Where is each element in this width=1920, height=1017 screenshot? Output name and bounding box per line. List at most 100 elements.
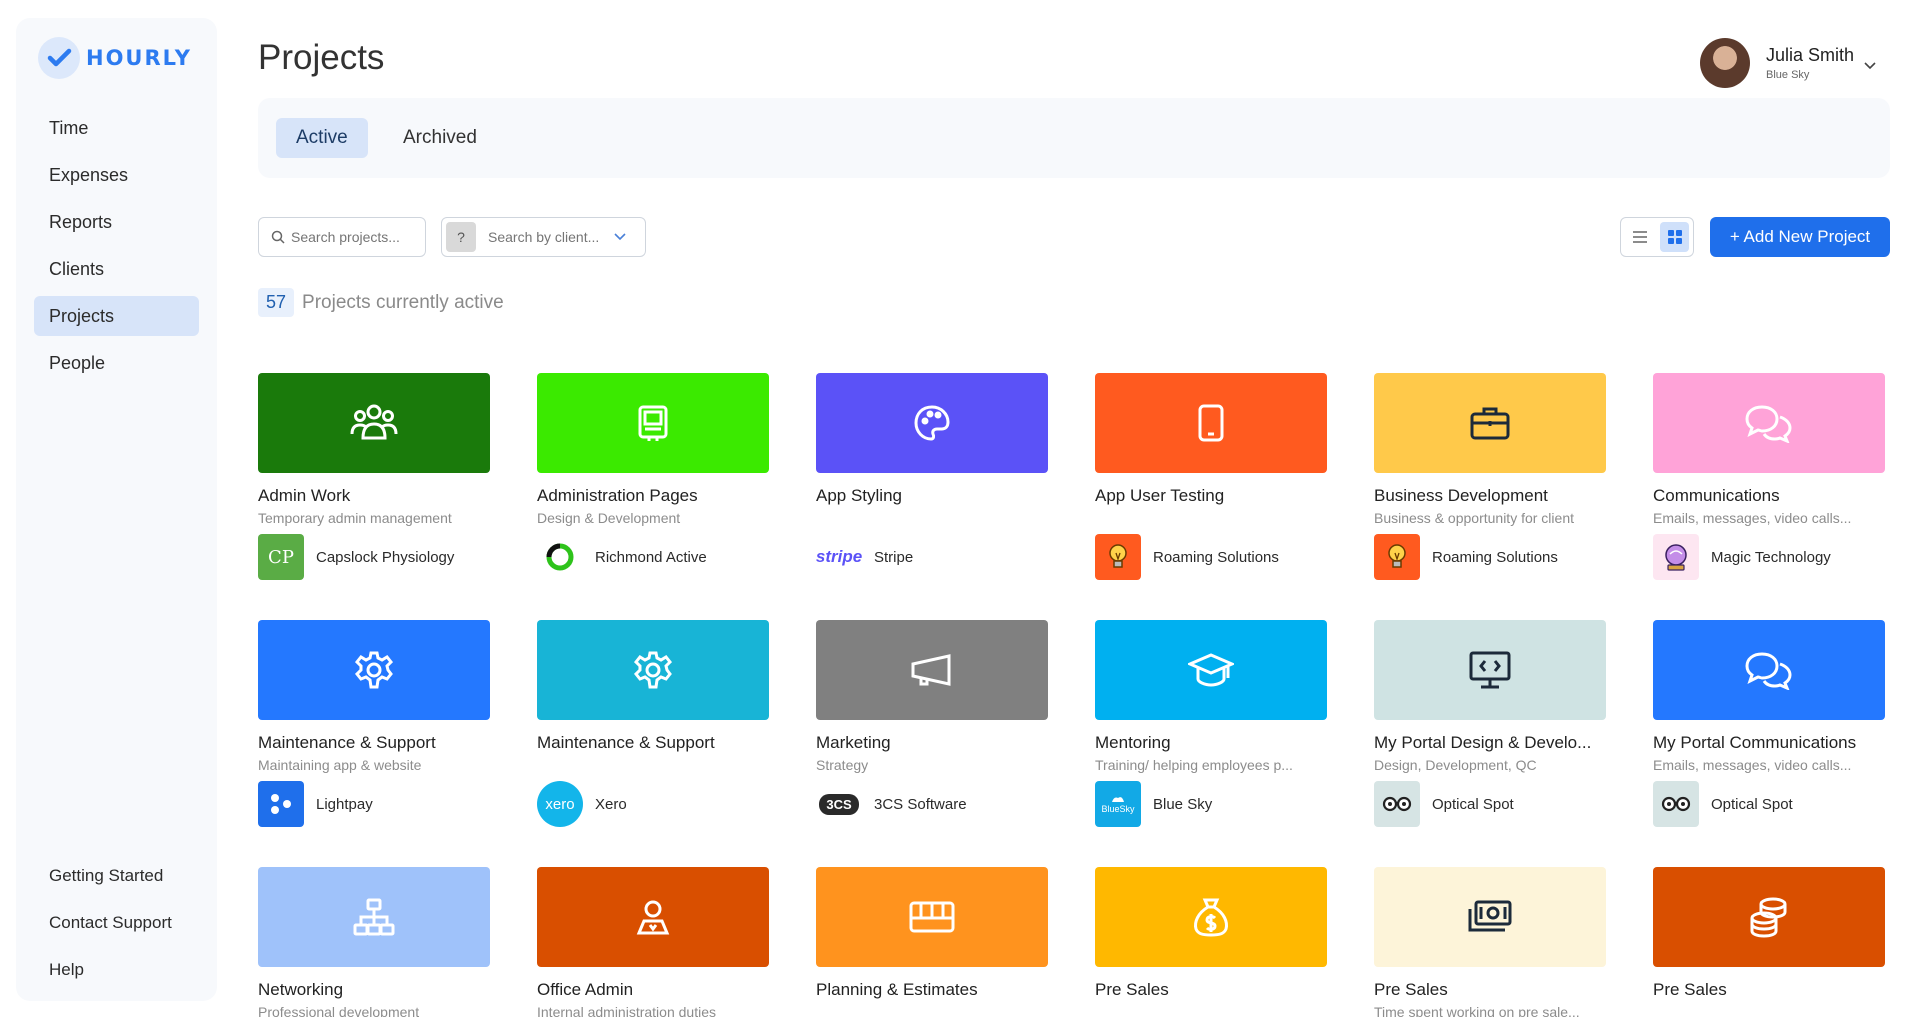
gear-icon — [354, 650, 394, 690]
client-name: Richmond Active — [595, 548, 707, 566]
keyboard-icon — [908, 900, 956, 934]
crystal-ball-icon — [1653, 534, 1699, 580]
project-client: BlueSky Blue Sky — [1095, 781, 1327, 827]
project-thumbnail[interactable] — [537, 867, 769, 967]
chat-icon — [1744, 650, 1794, 690]
project-card[interactable]: Mentoring Training/ helping employees p.… — [1095, 620, 1327, 827]
project-thumbnail[interactable] — [1653, 867, 1885, 967]
monitor-icon — [633, 403, 673, 443]
sidebar-item-getting-started[interactable]: Getting Started — [34, 856, 199, 896]
project-card[interactable]: App Styling stripe Stripe — [816, 373, 1048, 580]
blue-sky-logo: BlueSky — [1095, 781, 1141, 827]
project-title[interactable]: Maintenance & Support — [537, 733, 769, 753]
project-thumbnail[interactable] — [816, 620, 1048, 720]
coins-icon — [1749, 896, 1789, 938]
glasses-icon — [1374, 781, 1420, 827]
project-card[interactable]: My Portal Design & Develo... Design, Dev… — [1374, 620, 1606, 827]
project-thumbnail[interactable] — [1095, 620, 1327, 720]
sidebar-item-reports[interactable]: Reports — [34, 202, 199, 242]
project-title[interactable]: App Styling — [816, 486, 1048, 506]
project-subtitle: Professional development — [258, 1004, 420, 1017]
client-filter[interactable]: ? — [441, 217, 646, 257]
project-card[interactable]: Networking Professional development — [258, 867, 490, 1017]
project-title[interactable]: Networking — [258, 980, 490, 1000]
project-thumbnail[interactable] — [537, 620, 769, 720]
project-title[interactable]: Office Admin — [537, 980, 769, 1000]
project-subtitle: Design, Development, QC — [1374, 757, 1537, 773]
project-card[interactable]: Pre Sales — [1095, 867, 1327, 1017]
grid-view-button[interactable] — [1660, 222, 1689, 252]
project-title[interactable]: Pre Sales — [1374, 980, 1606, 1000]
project-card[interactable]: Planning & Estimates — [816, 867, 1048, 1017]
project-card[interactable]: Communications Emails, messages, video c… — [1653, 373, 1885, 580]
project-count: 57 Projects currently active — [258, 288, 504, 317]
project-thumbnail[interactable] — [1653, 373, 1885, 473]
add-new-project-button[interactable]: + Add New Project — [1710, 217, 1890, 257]
project-thumbnail[interactable] — [816, 373, 1048, 473]
sidebar-item-help[interactable]: Help — [34, 950, 199, 990]
project-card[interactable]: My Portal Communications Emails, message… — [1653, 620, 1885, 827]
network-icon — [352, 897, 396, 937]
project-title[interactable]: Marketing — [816, 733, 1048, 753]
project-title[interactable]: Mentoring — [1095, 733, 1327, 753]
project-thumbnail[interactable] — [1653, 620, 1885, 720]
project-thumbnail[interactable] — [258, 620, 490, 720]
project-title[interactable]: Planning & Estimates — [816, 980, 1048, 1000]
project-thumbnail[interactable] — [258, 867, 490, 967]
user-menu[interactable]: Julia Smith Blue Sky — [1700, 38, 1876, 88]
project-title[interactable]: Maintenance & Support — [258, 733, 490, 753]
sidebar-item-projects[interactable]: Projects — [34, 296, 199, 336]
project-card[interactable]: Pre Sales — [1653, 867, 1885, 1017]
xero-logo: xero — [537, 781, 583, 827]
project-card[interactable]: Business Development Business & opportun… — [1374, 373, 1606, 580]
project-thumbnail[interactable] — [1374, 867, 1606, 967]
project-subtitle — [537, 757, 769, 774]
project-title[interactable]: Administration Pages — [537, 486, 769, 506]
sidebar-item-time[interactable]: Time — [34, 108, 199, 148]
sidebar-item-people[interactable]: People — [34, 343, 199, 383]
tab-archived[interactable]: Archived — [383, 118, 497, 158]
project-card[interactable]: Pre Sales Time spent working on pre sale… — [1374, 867, 1606, 1017]
list-view-button[interactable] — [1625, 222, 1654, 252]
project-thumbnail[interactable] — [816, 867, 1048, 967]
client-name: Stripe — [874, 548, 914, 566]
search-input[interactable] — [291, 229, 411, 245]
project-title[interactable]: Communications — [1653, 486, 1885, 506]
client-search-input[interactable] — [488, 229, 614, 245]
sidebar-item-expenses[interactable]: Expenses — [34, 155, 199, 195]
3cs-logo: 3CS — [816, 781, 862, 827]
project-thumbnail[interactable] — [1374, 620, 1606, 720]
phone-icon — [1196, 403, 1226, 443]
project-client: CP Capslock Physiology — [258, 534, 490, 580]
project-thumbnail[interactable] — [1095, 867, 1327, 967]
project-subtitle: Design & Development — [537, 510, 681, 526]
project-title[interactable]: My Portal Design & Develo... — [1374, 733, 1606, 753]
project-card[interactable]: Maintenance & Support xero Xero — [537, 620, 769, 827]
project-title[interactable]: Pre Sales — [1653, 980, 1885, 1000]
project-title[interactable]: Admin Work — [258, 486, 490, 506]
project-card[interactable]: Administration Pages Design & Developmen… — [537, 373, 769, 580]
project-thumbnail[interactable] — [1095, 373, 1327, 473]
project-title[interactable]: Business Development — [1374, 486, 1606, 506]
sidebar-item-contact-support[interactable]: Contact Support — [34, 903, 199, 943]
project-subtitle: Maintaining app & website — [258, 757, 422, 773]
project-card[interactable]: Office Admin Internal administration dut… — [537, 867, 769, 1017]
cash-icon — [1467, 899, 1513, 935]
project-card[interactable]: Marketing Strategy 3CS 3CS Software — [816, 620, 1048, 827]
project-title[interactable]: Pre Sales — [1095, 980, 1327, 1000]
project-card[interactable]: App User Testing Roaming Solutions — [1095, 373, 1327, 580]
project-card[interactable]: Maintenance & Support Maintaining app & … — [258, 620, 490, 827]
project-thumbnail[interactable] — [1374, 373, 1606, 473]
project-title[interactable]: App User Testing — [1095, 486, 1327, 506]
chevron-down-icon — [614, 233, 626, 241]
project-thumbnail[interactable] — [258, 373, 490, 473]
hourly-logo[interactable]: HOURLY — [38, 37, 192, 79]
project-card[interactable]: Admin Work Temporary admin management CP C… — [258, 373, 490, 580]
tab-active[interactable]: Active — [276, 118, 368, 158]
search-projects[interactable] — [258, 217, 426, 257]
sidebar-item-clients[interactable]: Clients — [34, 249, 199, 289]
project-title[interactable]: My Portal Communications — [1653, 733, 1885, 753]
project-thumbnail[interactable] — [537, 373, 769, 473]
client-name: Magic Technology — [1711, 548, 1831, 566]
lightbulb-icon — [1095, 534, 1141, 580]
